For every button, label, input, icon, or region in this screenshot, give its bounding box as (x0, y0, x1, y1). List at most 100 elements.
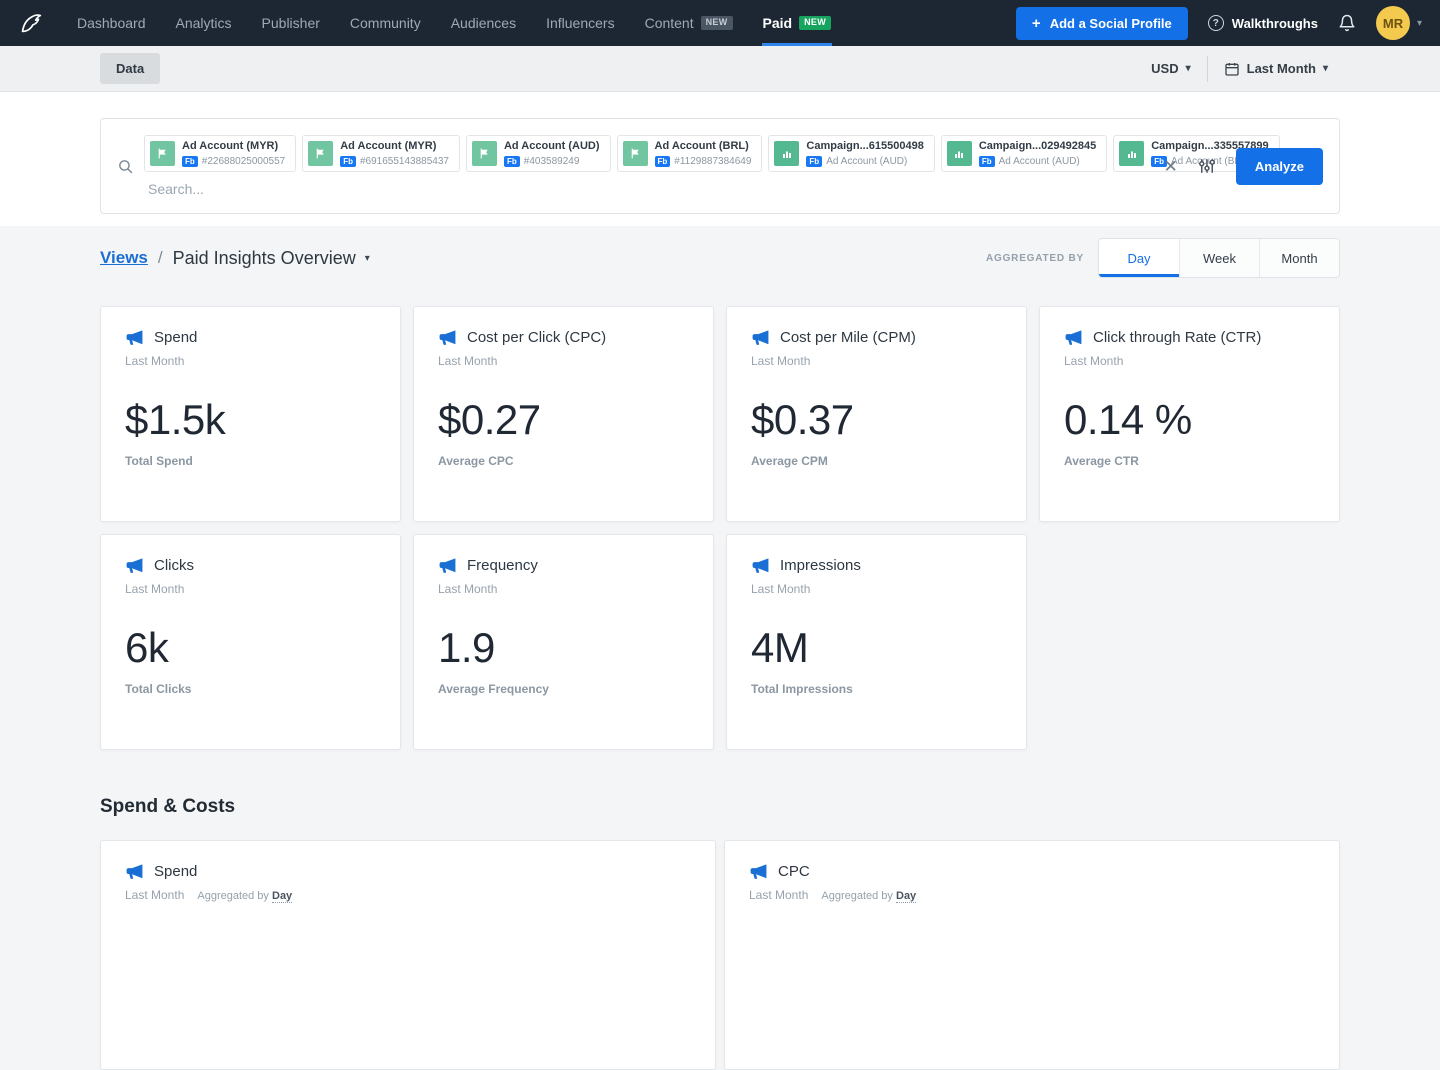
page-title: Paid Insights Overview (173, 248, 356, 269)
chip-detail: #22688025000557 (202, 156, 285, 167)
section-title-spend-costs: Spend & Costs (100, 796, 1340, 818)
chip-title: Ad Account (MYR) (340, 140, 449, 154)
card-title: Cost per Click (CPC) (467, 329, 606, 346)
falcon-logo-icon[interactable] (14, 6, 48, 40)
nav-publisher[interactable]: Publisher (247, 0, 335, 46)
card-value: 6k (125, 624, 376, 672)
chip-detail: #403589249 (524, 156, 580, 167)
card-label: Total Spend (125, 454, 376, 468)
user-menu[interactable]: MR ▾ (1376, 6, 1422, 40)
add-social-profile-button[interactable]: + Add a Social Profile (1016, 7, 1188, 40)
breadcrumb-views-link[interactable]: Views (100, 248, 148, 268)
search-input[interactable] (148, 181, 448, 197)
chip-title: Campaign...615500498 (806, 140, 923, 154)
card-period: Last Month (751, 354, 1002, 368)
facebook-badge: Fb (979, 156, 995, 168)
card-period: Last Month (438, 354, 689, 368)
add-social-profile-label: Add a Social Profile (1050, 16, 1172, 31)
card-label: Total Clicks (125, 682, 376, 696)
card-value: $0.37 (751, 396, 1002, 444)
filter-chip-ad-account[interactable]: Ad Account (AUD) Fb#403589249 (466, 135, 611, 172)
plus-icon: + (1032, 16, 1041, 31)
nav-community[interactable]: Community (335, 0, 436, 46)
chip-title: Campaign...029492845 (979, 140, 1096, 154)
nav-content[interactable]: Content NEW (630, 0, 748, 46)
filter-chips: Ad Account (MYR) Fb#22688025000557 Ad Ac… (144, 135, 1148, 172)
agg-day-button[interactable]: Day (1099, 239, 1179, 277)
metric-card-frequency: Frequency Last Month 1.9 Average Frequen… (413, 534, 714, 750)
card-title: Spend (154, 329, 197, 346)
agg-month-button[interactable]: Month (1259, 239, 1339, 277)
aggregation-value[interactable]: Day (896, 890, 916, 903)
question-circle-icon: ? (1208, 15, 1224, 31)
filter-actions: ✕ Analyze (1164, 148, 1323, 185)
metric-card-cpc: Cost per Click (CPC) Last Month $0.27 Av… (413, 306, 714, 522)
chevron-down-icon: ▾ (1186, 63, 1191, 74)
facebook-badge: Fb (806, 156, 822, 168)
walkthroughs-button[interactable]: ? Walkthroughs (1208, 15, 1318, 31)
aggregation-toggle: Day Week Month (1098, 238, 1340, 278)
aggregated-by-text: Aggregated by Day (821, 890, 916, 902)
date-range-select[interactable]: Last Month ▾ (1224, 61, 1328, 77)
sub-toolbar: Data USD ▾ Last Month ▾ (0, 46, 1440, 92)
megaphone-icon (749, 862, 768, 881)
filter-settings-icon[interactable] (1198, 157, 1216, 175)
chevron-down-icon: ▾ (1417, 18, 1422, 29)
chip-detail: #691655143885437 (360, 156, 449, 167)
campaign-icon (947, 141, 972, 166)
filter-band: Ad Account (MYR) Fb#22688025000557 Ad Ac… (0, 92, 1440, 226)
aggregation-value[interactable]: Day (272, 890, 292, 903)
filter-chip-campaign[interactable]: Campaign...029492845 FbAd Account (AUD) (941, 135, 1107, 172)
notifications-bell-icon[interactable] (1338, 14, 1356, 32)
currency-select[interactable]: USD ▾ (1151, 61, 1190, 76)
main-nav: Dashboard Analytics Publisher Community … (62, 0, 846, 46)
spend-costs-grid: Spend Last Month Aggregated by Day CPC L… (100, 840, 1340, 1070)
filter-chip-campaign[interactable]: Campaign...615500498 FbAd Account (AUD) (768, 135, 934, 172)
filter-chip-ad-account[interactable]: Ad Account (BRL) Fb#1129887384649 (617, 135, 763, 172)
nav-paid[interactable]: Paid NEW (748, 0, 846, 46)
nav-analytics[interactable]: Analytics (161, 0, 247, 46)
aggregated-by-label: AGGREGATED BY (986, 253, 1084, 264)
card-title: Cost per Mile (CPM) (780, 329, 916, 346)
new-badge: NEW (799, 16, 831, 30)
card-period: Last Month (1064, 354, 1315, 368)
filter-bar: Ad Account (MYR) Fb#22688025000557 Ad Ac… (100, 118, 1340, 214)
agg-week-button[interactable]: Week (1179, 239, 1259, 277)
megaphone-icon (125, 862, 144, 881)
chevron-down-icon: ▾ (365, 253, 370, 264)
card-value: $1.5k (125, 396, 376, 444)
megaphone-icon (125, 328, 144, 347)
card-title: Click through Rate (CTR) (1093, 329, 1261, 346)
metric-cards-grid: Spend Last Month $1.5k Total Spend Cost … (100, 306, 1340, 750)
card-period: Last Month (125, 354, 376, 368)
metric-card-ctr: Click through Rate (CTR) Last Month 0.14… (1039, 306, 1340, 522)
filter-chip-ad-account[interactable]: Ad Account (MYR) Fb#22688025000557 (144, 135, 296, 172)
data-tab[interactable]: Data (100, 53, 160, 84)
card-value: 4M (751, 624, 1002, 672)
analyze-button[interactable]: Analyze (1236, 148, 1323, 185)
chip-title: Ad Account (MYR) (182, 140, 285, 154)
metric-card-clicks: Clicks Last Month 6k Total Clicks (100, 534, 401, 750)
metric-card-spend: Spend Last Month $1.5k Total Spend (100, 306, 401, 522)
filter-chip-ad-account[interactable]: Ad Account (MYR) Fb#691655143885437 (302, 135, 460, 172)
date-range-value: Last Month (1247, 61, 1316, 76)
ad-account-icon (308, 141, 333, 166)
megaphone-icon (438, 556, 457, 575)
clear-filters-icon[interactable]: ✕ (1164, 158, 1178, 175)
card-label: Average CTR (1064, 454, 1315, 468)
view-selector[interactable]: Paid Insights Overview ▾ (173, 248, 370, 269)
metric-card-cpm: Cost per Mile (CPM) Last Month $0.37 Ave… (726, 306, 1027, 522)
nav-dashboard[interactable]: Dashboard (62, 0, 161, 46)
nav-audiences[interactable]: Audiences (436, 0, 531, 46)
chart-card-spend: Spend Last Month Aggregated by Day (100, 840, 716, 1070)
card-title: CPC (778, 863, 810, 880)
facebook-badge: Fb (655, 156, 671, 168)
card-value: $0.27 (438, 396, 689, 444)
nav-influencers[interactable]: Influencers (531, 0, 629, 46)
campaign-icon (774, 141, 799, 166)
calendar-icon (1224, 61, 1240, 77)
card-title: Impressions (780, 557, 861, 574)
megaphone-icon (125, 556, 144, 575)
campaign-icon (1119, 141, 1144, 166)
card-title: Frequency (467, 557, 538, 574)
